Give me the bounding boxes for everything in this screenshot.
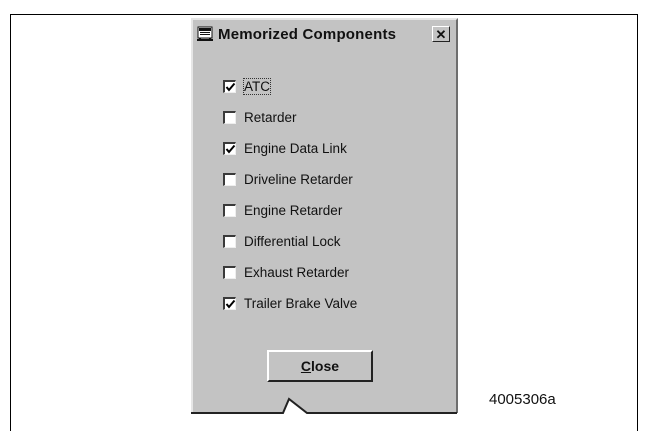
torn-edge <box>191 397 461 431</box>
document-frame-right <box>637 14 638 431</box>
close-button-mnemonic: C <box>300 358 312 374</box>
component-option[interactable]: ATC <box>223 77 271 95</box>
component-option[interactable]: Trailer Brake Valve <box>223 294 357 312</box>
component-option[interactable]: Differential Lock <box>223 232 341 250</box>
component-option[interactable]: Engine Retarder <box>223 201 342 219</box>
component-checkbox[interactable] <box>223 172 236 186</box>
dialog-title: Memorized Components <box>218 25 397 43</box>
component-option[interactable]: Retarder <box>223 108 297 126</box>
component-label: ATC <box>243 77 271 95</box>
component-checkbox[interactable] <box>223 110 236 124</box>
component-checkbox[interactable] <box>223 265 236 279</box>
component-checkbox[interactable] <box>223 203 236 217</box>
checkmark-icon <box>225 82 236 92</box>
component-option[interactable]: Exhaust Retarder <box>223 263 349 281</box>
document-frame-top <box>10 14 638 15</box>
component-option[interactable]: Engine Data Link <box>223 139 347 157</box>
app-window-icon[interactable] <box>197 26 213 42</box>
checkmark-icon <box>225 299 236 309</box>
close-button[interactable]: Close <box>267 350 373 382</box>
component-label: Retarder <box>244 109 297 125</box>
component-label: Trailer Brake Valve <box>244 295 358 311</box>
component-label: Engine Data Link <box>244 140 347 156</box>
component-checkbox[interactable] <box>223 296 236 310</box>
document-frame-left <box>10 14 11 431</box>
dialog-titlebar[interactable]: Memorized Components ✕ <box>195 22 454 46</box>
component-label: Exhaust Retarder <box>244 264 350 280</box>
checkmark-icon <box>225 144 236 154</box>
memorized-components-dialog: Memorized Components ✕ ATC Retarder Engine… <box>191 18 458 413</box>
component-checkbox[interactable] <box>223 141 236 155</box>
figure-id: 4005306a <box>489 391 556 408</box>
component-label: Driveline Retarder <box>244 171 353 187</box>
close-x-icon: ✕ <box>435 26 447 42</box>
component-label: Engine Retarder <box>244 202 343 218</box>
close-button-label: lose <box>311 358 340 374</box>
component-label: Differential Lock <box>244 233 341 249</box>
component-option[interactable]: Driveline Retarder <box>223 170 353 188</box>
component-checkbox[interactable] <box>223 234 236 248</box>
component-checkbox[interactable] <box>223 79 236 93</box>
close-window-button[interactable]: ✕ <box>432 26 450 42</box>
